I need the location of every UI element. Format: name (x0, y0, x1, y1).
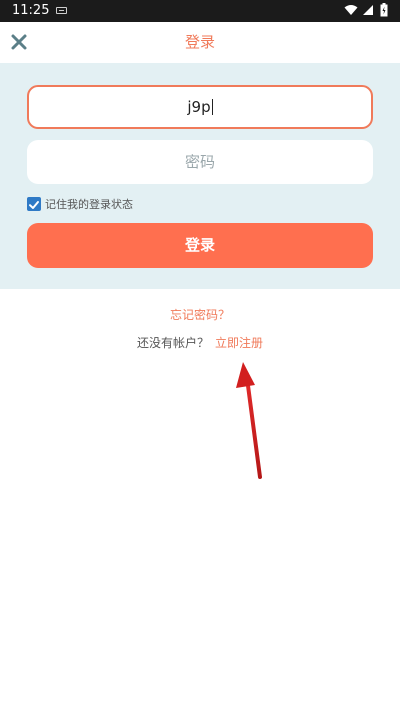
username-value: j9p (187, 98, 211, 116)
page-title: 登录 (184, 33, 215, 51)
register-link[interactable]: 立即注册 (215, 336, 263, 350)
top-app-bar: 登录 (0, 22, 400, 63)
remember-label: 记住我的登录状态 (45, 198, 133, 211)
wifi-icon (344, 5, 358, 15)
signal-icon (363, 5, 373, 15)
no-account-prompt: 还没有帐户？ (136, 336, 209, 350)
remember-login[interactable]: 记住我的登录状态 (27, 195, 133, 213)
annotation-arrow (236, 362, 262, 479)
password-input[interactable]: 密码 (27, 140, 373, 184)
username-input[interactable]: j9p (27, 85, 373, 129)
checkmark-icon (29, 201, 39, 209)
login-button[interactable]: 登录 (27, 223, 373, 268)
keyboard-icon (56, 7, 67, 14)
close-icon (11, 34, 27, 50)
text-caret (211, 99, 213, 115)
battery-icon (380, 3, 388, 17)
status-time: 11:25 (12, 3, 50, 18)
status-bar: 11:25 (0, 0, 400, 22)
register-row: 还没有帐户？ 立即注册 (0, 334, 400, 351)
login-form: j9p 密码 记住我的登录状态 登录 (0, 63, 400, 289)
forgot-password-link[interactable]: 忘记密码？ (0, 306, 400, 323)
password-placeholder: 密码 (184, 153, 215, 171)
remember-checkbox[interactable] (27, 197, 41, 211)
close-button[interactable] (8, 31, 30, 53)
